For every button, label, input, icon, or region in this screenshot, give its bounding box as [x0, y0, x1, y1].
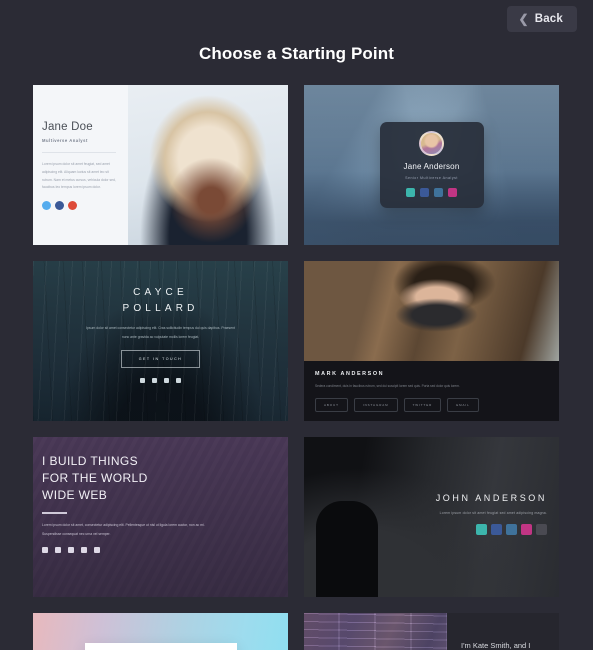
card-info-panel: MARK ANDERSON Sedera condiment, duis in …	[304, 361, 559, 421]
template-card-jane-doe[interactable]: Jane Doe Multiverse Analyst Lorem ipsum …	[33, 85, 288, 245]
github-icon[interactable]	[536, 524, 547, 535]
twitter-icon[interactable]	[476, 524, 487, 535]
template-name: Jane Doe	[42, 121, 93, 133]
card-content: CAYCE POLLARD Ipsum dolor sit amet conse…	[33, 285, 288, 384]
twitter-icon[interactable]	[42, 547, 48, 554]
template-name-line2: POLLARD	[122, 302, 199, 314]
template-body-text: Sedera condiment, duis in faucibus rutru…	[315, 384, 460, 388]
avatar	[419, 131, 444, 156]
template-grid: Jane Doe Multiverse Analyst Lorem ipsum …	[33, 85, 559, 650]
email-button[interactable]: EMAIL	[447, 398, 479, 413]
dribbble-icon[interactable]	[152, 378, 157, 384]
template-name-line1: CAYCE	[133, 287, 188, 298]
dribbble-icon[interactable]	[448, 188, 457, 197]
template-body-text: Ipsum dolor sit amet consectetur adipisc…	[86, 326, 235, 339]
back-button-label: Back	[534, 13, 563, 25]
github-icon[interactable]	[55, 547, 61, 554]
twitter-icon[interactable]	[164, 378, 169, 384]
social-links[interactable]	[33, 378, 288, 384]
template-name: MARK ANDERSON	[315, 371, 385, 377]
card-info-panel: Jane Doe Multiverse Analyst Lorem ipsum …	[33, 85, 128, 245]
template-card-cayce-pollard[interactable]: CAYCE POLLARD Ipsum dolor sit amet conse…	[33, 261, 288, 421]
twitter-icon[interactable]	[42, 201, 51, 211]
twitter-button[interactable]: TWITTER	[403, 398, 442, 413]
dribbble-icon[interactable]	[521, 524, 532, 535]
instagram-icon[interactable]	[506, 524, 517, 535]
social-links[interactable]	[436, 524, 547, 535]
get-in-touch-button[interactable]: GET IN TOUCH	[120, 350, 201, 369]
google-plus-icon[interactable]	[68, 201, 77, 211]
template-card-i-build-things[interactable]: I BUILD THINGS FOR THE WORLD WIDE WEB Lo…	[33, 437, 288, 597]
template-name: Jane Anderson	[403, 162, 460, 171]
heading-line2: FOR THE WORLD	[42, 471, 148, 486]
template-card-mark-anderson[interactable]: MARK ANDERSON Sedera condiment, duis in …	[304, 261, 559, 421]
card-content: JOHN ANDERSON Lorem ipsum dolor sit amet…	[436, 493, 547, 535]
social-links[interactable]	[42, 201, 118, 211]
social-links[interactable]	[380, 188, 484, 197]
heading-line1: I BUILD THINGS	[42, 454, 139, 468]
back-button[interactable]: ❮ Back	[507, 6, 577, 32]
facebook-icon[interactable]	[420, 188, 429, 197]
page-title: Choose a Starting Point	[199, 44, 394, 63]
heading-line3: WIDE WEB	[42, 488, 108, 503]
facebook-icon[interactable]	[176, 378, 181, 384]
template-picker-screen: ❮ Back Choose a Starting Point Jane Doe …	[0, 0, 593, 650]
template-card-gradient[interactable]	[33, 613, 288, 650]
template-body-text: I'm Kate Smith, and I build stuff for th…	[461, 641, 531, 650]
template-role: Senior Multiverse Analyst	[405, 176, 458, 180]
nav-buttons[interactable]: ABOUT INSTAGRAM TWITTER EMAIL	[315, 398, 548, 413]
template-card-jane-anderson[interactable]: Jane Anderson Senior Multiverse Analyst	[304, 85, 559, 245]
about-button[interactable]: ABOUT	[315, 398, 348, 413]
facebook-icon[interactable]	[491, 524, 502, 535]
wood-wall-photo	[304, 613, 447, 650]
envelope-icon[interactable]	[94, 547, 100, 554]
social-links[interactable]	[42, 547, 288, 554]
divider	[42, 152, 116, 153]
divider	[42, 512, 67, 515]
chevron-left-icon: ❮	[518, 12, 529, 26]
linkedin-icon[interactable]	[81, 547, 87, 554]
template-role: Multiverse Analyst	[42, 138, 88, 143]
template-card-john-anderson[interactable]: JOHN ANDERSON Lorem ipsum dolor sit amet…	[304, 437, 559, 597]
instagram-icon[interactable]	[140, 378, 145, 384]
template-body-text: Lorem ipsum dolor sit amet feugiat sed a…	[439, 511, 547, 515]
portrait-photo	[128, 85, 288, 245]
photographer-photo	[304, 261, 559, 361]
template-body-text: Lorem ipsum dolor sit amet feugiat, sed …	[42, 162, 116, 190]
twitter-icon[interactable]	[406, 188, 415, 197]
person-silhouette-photo	[316, 501, 378, 597]
instagram-button[interactable]: INSTAGRAM	[353, 398, 398, 413]
silhouette-figure	[155, 399, 166, 421]
profile-panel: Jane Anderson Senior Multiverse Analyst	[379, 122, 484, 208]
dribbble-icon[interactable]	[68, 547, 74, 554]
template-card-kate-smith[interactable]: I'm Kate Smith, and I build stuff for th…	[304, 613, 559, 650]
content-sheet	[84, 643, 237, 650]
template-name: JOHN ANDERSON	[435, 493, 547, 503]
template-body-text: Lorem ipsum dolor sit amet, consectetur …	[42, 523, 205, 536]
facebook-icon[interactable]	[55, 201, 64, 211]
instagram-icon[interactable]	[434, 188, 443, 197]
